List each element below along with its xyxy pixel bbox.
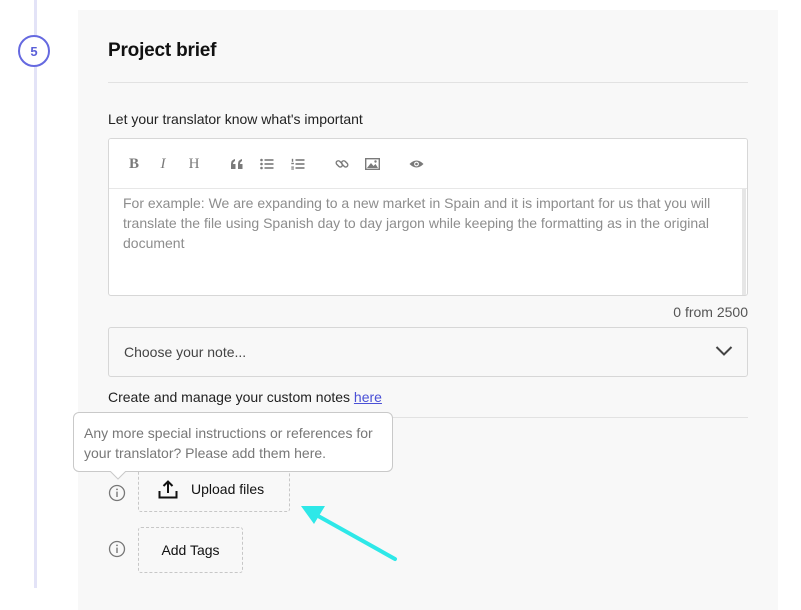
preview-button[interactable] bbox=[405, 153, 427, 175]
timeline-line bbox=[34, 0, 37, 588]
editor-scrollbar[interactable] bbox=[742, 189, 746, 295]
bullet-list-icon bbox=[260, 158, 274, 170]
bullet-list-button[interactable] bbox=[256, 153, 278, 175]
step-number-badge: 5 bbox=[18, 35, 50, 67]
upload-icon bbox=[158, 479, 178, 498]
info-icon[interactable] bbox=[108, 484, 126, 502]
numbered-list-icon bbox=[291, 158, 305, 170]
instructions-label: Let your translator know what's importan… bbox=[108, 111, 363, 127]
italic-label: I bbox=[160, 155, 166, 172]
add-tags-label: Add Tags bbox=[161, 542, 220, 558]
heading-label: H bbox=[188, 155, 200, 172]
chevron-down-icon bbox=[715, 346, 733, 356]
upload-files-button[interactable]: Upload files bbox=[138, 466, 290, 512]
tooltip-text: Any more special instructions or referen… bbox=[84, 425, 373, 461]
character-counter: 0 from 2500 bbox=[673, 304, 748, 320]
quote-icon bbox=[231, 159, 243, 169]
instructions-editor[interactable]: B I H For example: We are expanding to a… bbox=[108, 138, 748, 296]
annotation-arrow-icon bbox=[301, 506, 397, 561]
image-icon bbox=[364, 158, 380, 170]
custom-notes-line: Create and manage your custom notes here bbox=[108, 389, 382, 405]
upload-files-label: Upload files bbox=[191, 481, 265, 497]
title-divider bbox=[108, 82, 748, 83]
quote-button[interactable] bbox=[226, 153, 248, 175]
note-select-value: Choose your note... bbox=[124, 344, 247, 360]
instructions-textarea[interactable]: For example: We are expanding to a new m… bbox=[123, 193, 735, 253]
italic-button[interactable]: I bbox=[152, 153, 174, 175]
section-title: Project brief bbox=[108, 40, 217, 61]
numbered-list-button[interactable] bbox=[287, 153, 309, 175]
note-select[interactable]: Choose your note... bbox=[108, 327, 748, 377]
add-tags-button[interactable]: Add Tags bbox=[138, 527, 243, 573]
bold-button[interactable]: B bbox=[123, 153, 145, 175]
image-button[interactable] bbox=[361, 153, 383, 175]
link-icon bbox=[335, 160, 349, 168]
eye-icon bbox=[409, 160, 423, 168]
editor-toolbar: B I H bbox=[109, 139, 747, 189]
custom-notes-link[interactable]: here bbox=[354, 389, 382, 405]
tooltip-pointer bbox=[110, 471, 126, 480]
instructions-tooltip: Any more special instructions or referen… bbox=[73, 412, 393, 472]
heading-button[interactable]: H bbox=[183, 153, 205, 175]
bold-label: B bbox=[128, 155, 139, 172]
link-button[interactable] bbox=[331, 153, 353, 175]
custom-notes-text: Create and manage your custom notes bbox=[108, 389, 354, 405]
info-icon[interactable] bbox=[108, 540, 126, 558]
